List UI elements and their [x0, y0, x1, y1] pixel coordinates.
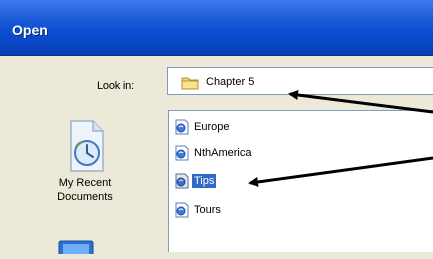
places-bar: My Recent Documents: [0, 110, 160, 258]
title-bar[interactable]: Open: [0, 0, 433, 56]
web-document-icon: [175, 119, 189, 135]
file-list[interactable]: Europe NthAmerica Tips Tours: [168, 110, 433, 252]
file-name: Tips: [192, 174, 217, 188]
window-title: Open: [12, 22, 48, 38]
file-item-tours[interactable]: Tours: [174, 200, 223, 220]
look-in-value: Chapter 5: [206, 76, 255, 88]
look-in-dropdown[interactable]: Chapter 5: [167, 67, 433, 95]
places-item-my-recent-documents[interactable]: My Recent Documents: [20, 110, 150, 220]
my-recent-documents-label: My Recent Documents: [57, 177, 113, 203]
look-in-label: Look in:: [97, 80, 134, 92]
file-name: Tours: [194, 204, 221, 216]
file-item-tips[interactable]: Tips: [174, 171, 217, 191]
web-document-icon: [175, 202, 189, 218]
file-name: NthAmerica: [194, 147, 252, 159]
web-document-icon: [175, 173, 189, 189]
recent-documents-icon: [70, 120, 104, 172]
web-document-icon: [175, 145, 189, 161]
file-name: Europe: [194, 121, 230, 133]
folder-icon: [181, 77, 199, 90]
file-item-europe[interactable]: Europe: [174, 117, 231, 137]
file-item-nthamerica[interactable]: NthAmerica: [174, 143, 253, 163]
